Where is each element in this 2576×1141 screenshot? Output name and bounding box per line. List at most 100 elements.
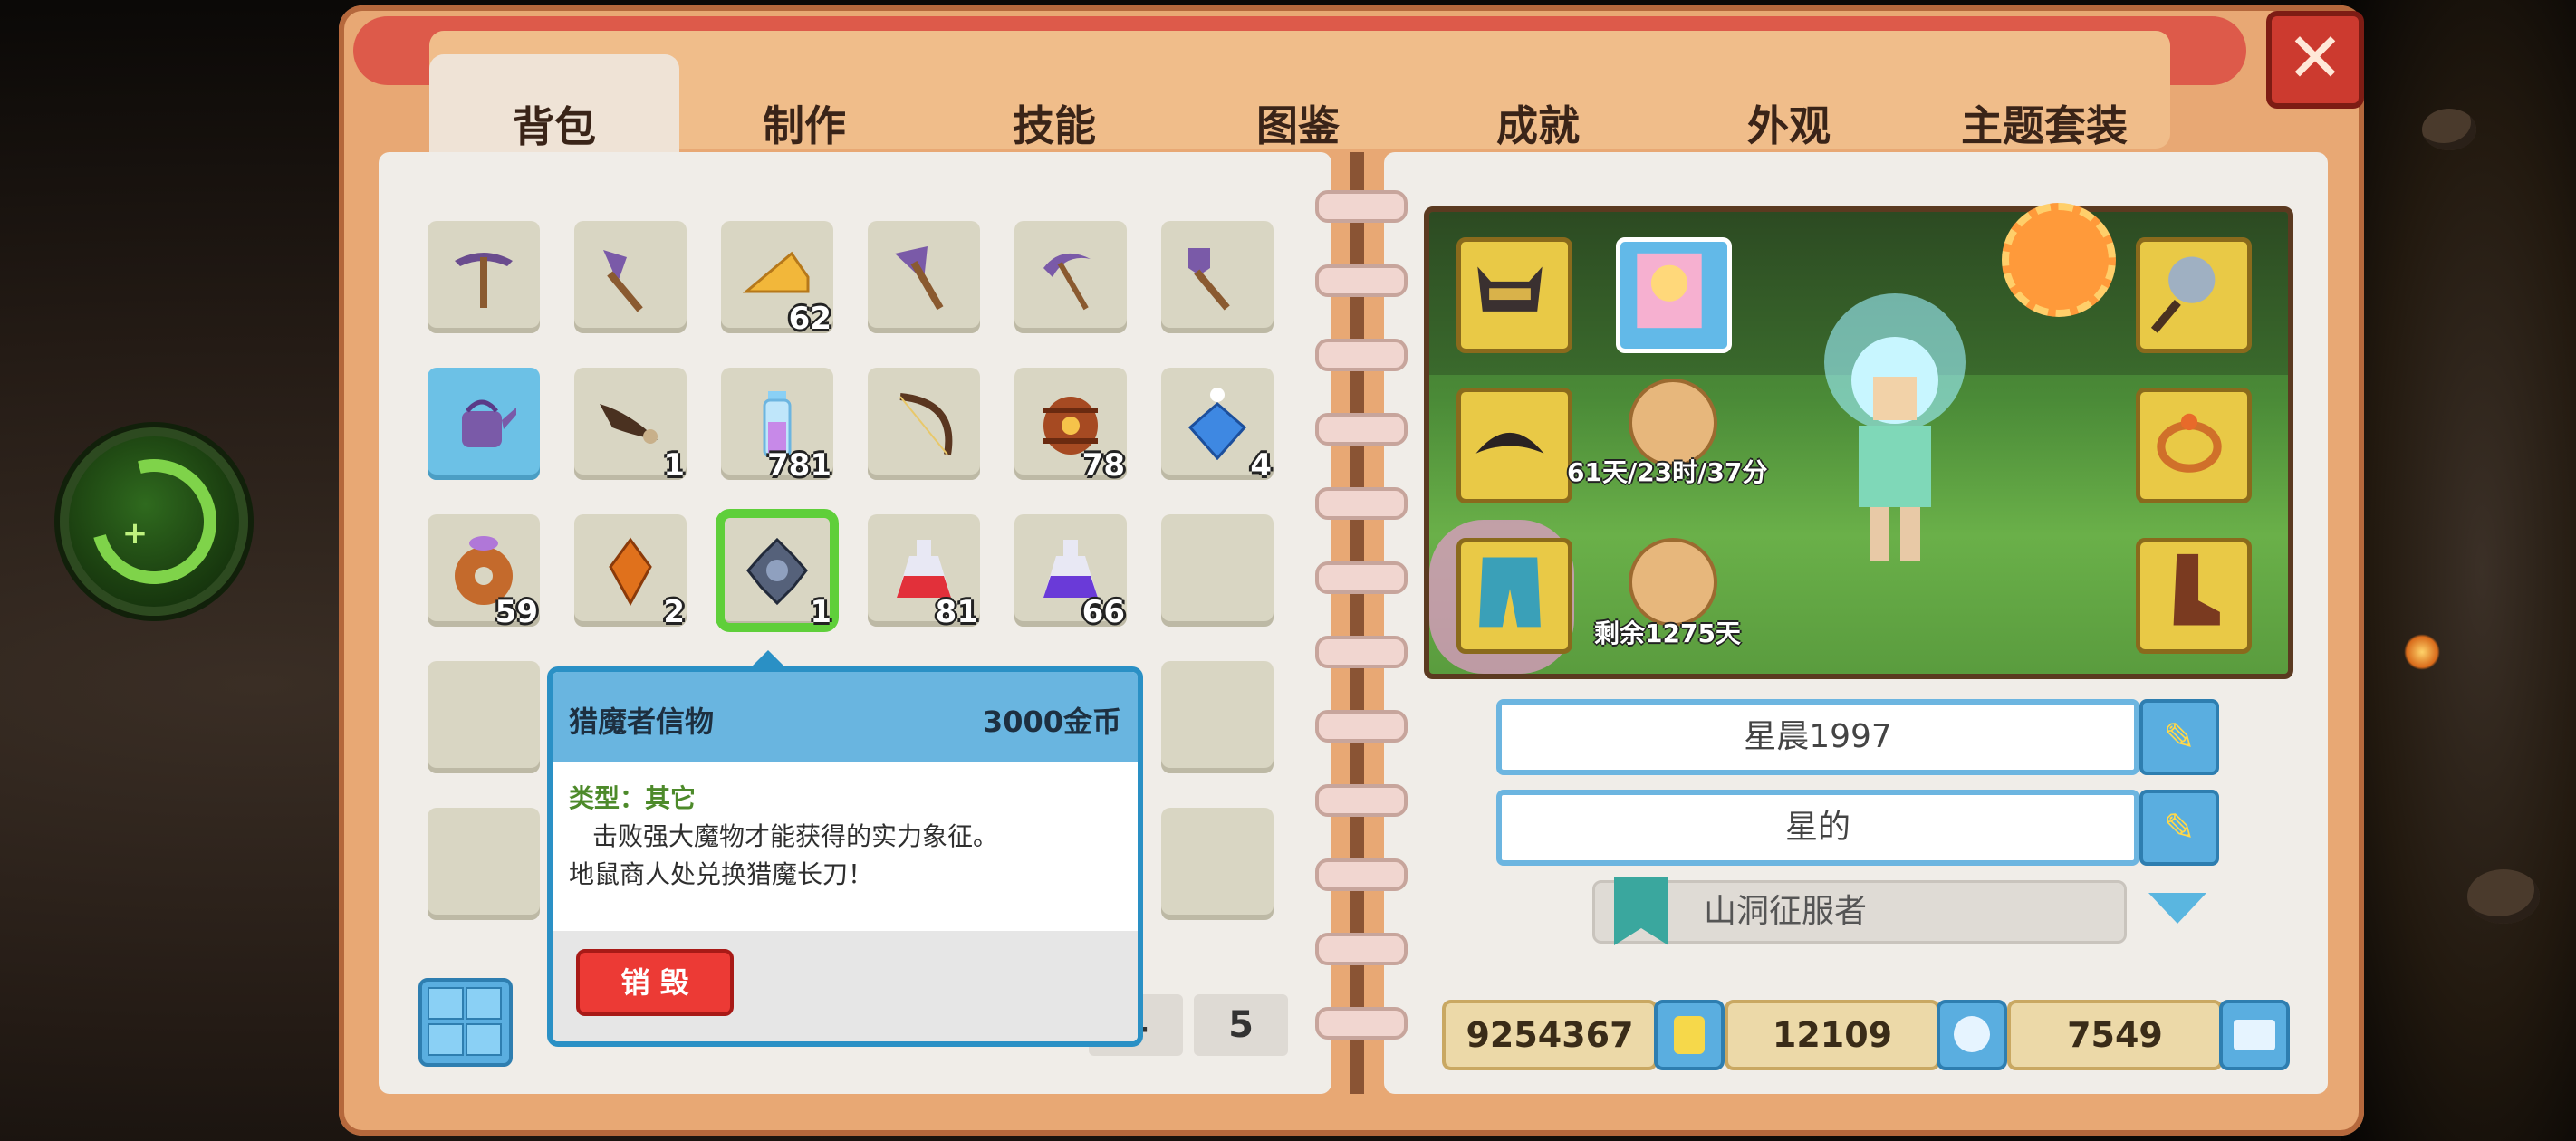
equip-slot-cape[interactable]	[1456, 388, 1572, 503]
gold-amount: 9254367	[1442, 1000, 1658, 1070]
rock-icon	[2422, 109, 2476, 150]
item-description-line2: 地鼠商人处兑换猎魔长刀！	[569, 859, 874, 889]
binder-ring	[1315, 339, 1408, 371]
title-selector[interactable]: 山洞征服者	[1592, 880, 2127, 944]
gem-icon	[1937, 1000, 2007, 1070]
close-button[interactable]: ✕	[2266, 11, 2364, 109]
binder-ring	[1315, 413, 1408, 446]
plus-icon: +	[121, 515, 149, 551]
gold-coin-icon	[1654, 1000, 1725, 1070]
costume-timer: 61天/23时/37分	[1567, 457, 1768, 487]
amber-crystal-icon	[609, 537, 652, 607]
inventory-slot[interactable]	[1161, 221, 1274, 333]
guild-name-field[interactable]: 星的	[1496, 790, 2139, 866]
item-quantity: 78	[1081, 447, 1125, 484]
binder-ring	[1315, 1007, 1408, 1040]
orb-ring-icon	[68, 436, 240, 608]
grid-cell-icon	[466, 1023, 502, 1056]
item-description-line1: 击败强大魔物才能获得的实力象征。	[592, 821, 999, 851]
equip-slot-boots[interactable]	[2136, 538, 2252, 654]
inventory-slot[interactable]: 66	[1014, 514, 1127, 630]
edit-guild-button[interactable]: ✎	[2139, 790, 2219, 866]
tab-bar: 背包 制作 技能 图鉴 成就 外观 主题套装	[429, 31, 2170, 187]
joystick-orb[interactable]: +	[60, 427, 248, 616]
inventory-slot-empty[interactable]	[1161, 514, 1274, 627]
binder-ring	[1315, 487, 1408, 520]
item-quantity: 81	[935, 594, 978, 630]
mace-icon	[2150, 256, 2216, 333]
inventory-slot[interactable]: 81	[868, 514, 980, 630]
inventory-slot[interactable]	[428, 221, 540, 333]
equip-slot-pants[interactable]	[1456, 538, 1572, 654]
inventory-slot[interactable]	[574, 221, 687, 333]
item-price: 3000金币	[982, 705, 1121, 739]
inventory-slot[interactable]: 1	[574, 368, 687, 484]
horned-helmet-icon	[1477, 266, 1543, 312]
inventory-slot[interactable]	[868, 368, 980, 480]
inventory-slot[interactable]: 4	[1161, 368, 1274, 484]
grid-view-button[interactable]	[418, 978, 513, 1067]
scythe-icon	[1043, 253, 1091, 311]
equip-slot-mace[interactable]	[2136, 237, 2252, 353]
shovel-icon	[1188, 248, 1230, 311]
page-button-5[interactable]: 5	[1194, 994, 1288, 1056]
blue-gem-icon	[1187, 388, 1247, 460]
ticket-icon	[2219, 1000, 2290, 1070]
equip-slot-ring[interactable]	[2136, 388, 2252, 503]
item-tooltip: 猎魔者信物 3000金币 类型：其它 击败强大魔物才能获得的实力象征。 地鼠商人…	[547, 666, 1143, 1047]
item-type: 类型：其它	[569, 783, 697, 813]
pencil-icon: ✎	[2163, 805, 2196, 849]
inventory-slot[interactable]	[1014, 221, 1127, 333]
bow-icon	[899, 393, 953, 455]
boot-icon	[2173, 553, 2220, 626]
item-quantity: 62	[788, 301, 831, 337]
item-quantity: 1	[810, 594, 831, 630]
item-quantity: 66	[1081, 594, 1125, 630]
binder-ring	[1315, 933, 1408, 965]
inventory-slot[interactable]: 781	[721, 368, 833, 484]
item-quantity: 1	[663, 447, 685, 484]
inventory-slot[interactable]	[428, 368, 540, 480]
destroy-button[interactable]: 销 毁	[576, 949, 734, 1016]
inventory-slot-selected[interactable]: 1	[716, 509, 839, 632]
edit-name-button[interactable]: ✎	[2139, 699, 2219, 775]
crown-ring-icon	[2157, 413, 2222, 473]
inventory-slot-empty[interactable]	[428, 661, 540, 773]
binder-ring	[1315, 561, 1408, 594]
bird-icon	[600, 404, 658, 444]
grid-cell-icon	[428, 1023, 464, 1056]
grid-cell-icon	[428, 987, 464, 1020]
remaining-days: 剩余1275天	[1594, 618, 1741, 648]
inventory-slot[interactable]: 59	[428, 514, 540, 630]
dropdown-arrow-icon[interactable]	[2148, 893, 2206, 924]
inventory-slot[interactable]	[868, 221, 980, 333]
inventory-slot-empty[interactable]	[1161, 808, 1274, 920]
item-quantity: 4	[1250, 447, 1272, 484]
binder-ring	[1315, 858, 1408, 891]
pencil-icon: ✎	[2163, 714, 2196, 759]
binder-ring	[1315, 784, 1408, 817]
binder-ring	[1315, 636, 1408, 668]
costume-portrait-icon	[1637, 253, 1702, 329]
item-quantity: 59	[495, 594, 538, 630]
ticket-amount: 7549	[2007, 1000, 2223, 1070]
equip-slot-helmet[interactable]	[1456, 237, 1572, 353]
inventory-slot[interactable]: 2	[574, 514, 687, 630]
grid-cell-icon	[466, 987, 502, 1020]
inventory-slot[interactable]: 78	[1014, 368, 1127, 484]
axe-icon	[895, 246, 944, 311]
binder-ring	[1315, 190, 1408, 223]
demon-hunter-token-icon	[746, 537, 808, 606]
torch-icon	[2404, 634, 2440, 670]
binder-ring	[1315, 710, 1408, 743]
cape-icon	[1475, 432, 1544, 454]
inventory-slot[interactable]: 62	[721, 221, 833, 337]
equip-slot-costume[interactable]	[1616, 237, 1732, 353]
item-name: 猎魔者信物	[569, 705, 715, 739]
player-name-field[interactable]: 星晨1997	[1496, 699, 2139, 775]
gem-amount: 12109	[1725, 1000, 1940, 1070]
pants-icon	[1479, 557, 1541, 628]
cave-background-right	[2341, 0, 2576, 1141]
inventory-slot-empty[interactable]	[1161, 661, 1274, 773]
inventory-slot-empty[interactable]	[428, 808, 540, 920]
